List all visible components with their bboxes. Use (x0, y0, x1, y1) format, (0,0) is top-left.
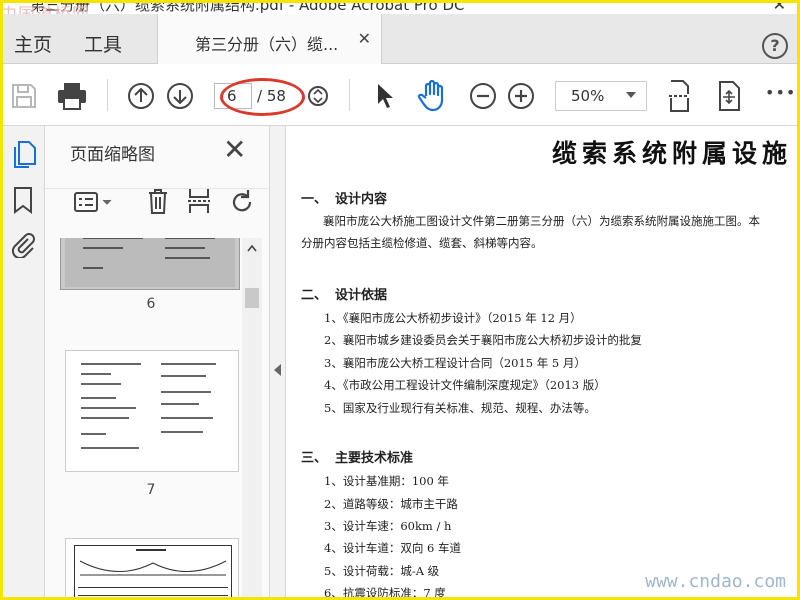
thumbnail-options-icon[interactable] (73, 190, 113, 214)
section-heading: 二、 设计依据 (301, 284, 387, 303)
chevron-down-icon[interactable] (626, 92, 636, 98)
toolbar-separator (107, 79, 108, 111)
annotation-ellipse (220, 78, 305, 116)
list-item: 2、道路等级：城市主干路 (324, 497, 458, 511)
bookmarks-icon[interactable] (12, 186, 34, 214)
panel-title: 页面缩略图 (70, 145, 155, 165)
previous-page-icon[interactable] (127, 82, 155, 110)
panel-close-button[interactable]: ✕ (223, 133, 246, 166)
hand-tool-icon[interactable] (417, 79, 449, 113)
next-page-icon[interactable] (166, 82, 194, 110)
list-item: 3、襄阳市庞公大桥工程设计合同（2015 年 5 月） (324, 356, 586, 370)
document-tab-label: 第三分册（六）缆... (195, 35, 339, 54)
list-item: 5、设计荷载：城-A 级 (324, 564, 440, 578)
paragraph: 分册内容包括主缆检修道、缆套、斜梯等内容。 (301, 236, 543, 250)
tab-document[interactable]: 第三分册（六）缆... ✕ (157, 14, 382, 64)
thumbnail-page[interactable] (65, 538, 239, 600)
page-thumbnails-icon[interactable] (11, 140, 37, 170)
navigation-rail (0, 126, 45, 600)
page-display-icon[interactable] (715, 79, 743, 113)
list-item: 3、设计车速：60km / h (324, 519, 452, 533)
window-title-bar: 第三分册（六）缆索系统附属结构.pdf - Adobe Acrobat Pro … (0, 0, 800, 14)
list-item: 5、国家及行业现行有关标准、规范、规程、办法等。 (324, 401, 596, 415)
thumbnail-page[interactable] (65, 350, 239, 472)
list-item: 2、襄阳市城乡建设委员会关于襄阳市庞公大桥初步设计的批复 (324, 333, 642, 347)
tab-tools[interactable]: 工具 (84, 30, 122, 57)
panel-splitter[interactable] (270, 126, 286, 600)
thumbnail-scrollbar[interactable] (242, 238, 262, 600)
section-heading: 一、 设计内容 (301, 188, 387, 207)
print-icon[interactable] (56, 81, 88, 111)
section-title: 设计依据 (335, 288, 388, 303)
scroll-up-icon[interactable] (247, 244, 257, 252)
select-tool-icon[interactable] (373, 81, 397, 111)
collapse-panel-icon[interactable] (274, 364, 281, 376)
thumbnail-page-number: 7 (146, 482, 156, 498)
attachments-icon[interactable] (11, 230, 35, 258)
document-page: 缆索系统附属设施 一、 设计内容 襄阳市庞公大桥施工图设计文件第二册第三分册（六）… (287, 126, 800, 600)
list-item: 4、《市政公用工程设计文件编制深度规定》（2013 版） (324, 378, 606, 392)
zoom-out-icon[interactable] (469, 82, 497, 110)
list-item: 6、抗震设防标准：7 度 (324, 586, 446, 600)
zoom-in-icon[interactable] (507, 82, 535, 110)
toolbar-separator (349, 79, 350, 111)
tab-home[interactable]: 主页 (14, 30, 52, 57)
section-number: 三、 (301, 451, 328, 466)
paragraph: 襄阳市庞公大桥施工图设计文件第二册第三分册（六）为缆索系统附属设施施工图。本 (323, 214, 760, 228)
thumbnail-list: 6 7 (45, 238, 270, 600)
rotate-page-icon[interactable] (228, 188, 256, 216)
insert-page-icon[interactable] (186, 187, 212, 215)
document-tab-close-button[interactable]: ✕ (358, 29, 371, 48)
thumbnail-page[interactable] (60, 238, 240, 290)
more-tools-icon[interactable]: ••• (765, 83, 796, 102)
list-item: 1、《襄阳市庞公大桥初步设计》（2015 年 12 月） (324, 311, 582, 325)
section-number: 一、 (301, 192, 328, 207)
save-icon[interactable] (10, 82, 38, 110)
watermark-bottom-right: www.cndao.com (645, 571, 786, 592)
scrollbar-thumb[interactable] (245, 288, 259, 308)
document-title: 缆索系统附属设施 (552, 139, 793, 168)
help-icon[interactable]: ? (762, 33, 788, 59)
list-item: 4、设计车道：双向 6 车道 (324, 541, 461, 555)
tab-row: 主页 工具 第三分册（六）缆... ✕ ? (0, 14, 800, 64)
delete-page-icon[interactable] (146, 187, 170, 215)
main-toolbar: 6 / 58 50% ••• (0, 65, 800, 126)
section-number: 二、 (301, 288, 328, 303)
page-stepper-icon[interactable] (307, 85, 329, 107)
window-close-button[interactable]: ✕ (773, 0, 786, 14)
page-thumbnails-panel: 页面缩略图 ✕ 6 7 (45, 126, 270, 600)
section-heading: 三、 主要技术标准 (301, 447, 413, 466)
window-title: 第三分册（六）缆索系统附属结构.pdf - Adobe Acrobat Pro … (30, 0, 465, 14)
list-item: 1、设计基准期：100 年 (324, 474, 449, 488)
thumbnail-page-number: 6 (146, 296, 156, 312)
fit-page-icon[interactable] (666, 79, 692, 113)
section-title: 设计内容 (335, 192, 388, 207)
section-title: 主要技术标准 (335, 451, 414, 466)
